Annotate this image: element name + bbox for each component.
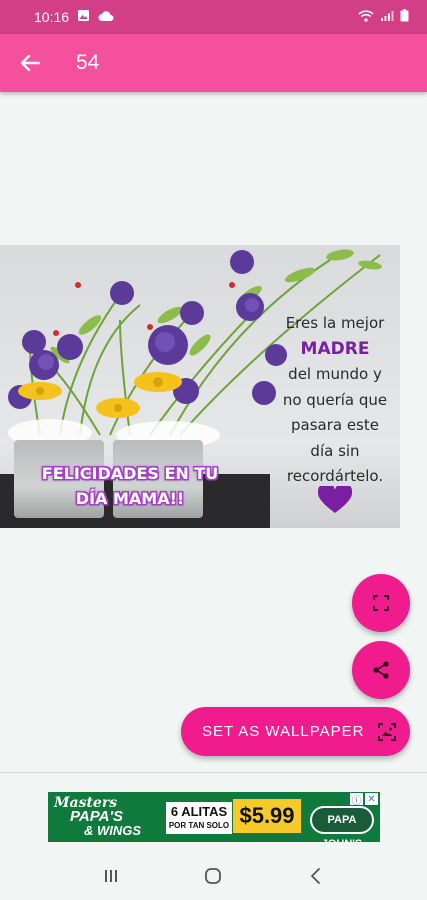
fullscreen-button[interactable] (352, 574, 410, 632)
wifi-icon (358, 9, 374, 25)
fullscreen-icon (373, 595, 389, 611)
ad-badge[interactable]: ⓘ ✕ (350, 793, 378, 807)
recent-apps-button[interactable] (91, 856, 131, 896)
divider (0, 772, 427, 773)
system-nav-bar (0, 852, 427, 900)
app-bar: 54 (0, 34, 427, 92)
back-chevron-icon (310, 868, 320, 884)
image-message: Eres la mejor MADRE del mundo y no querí… (262, 311, 408, 490)
cloud-notification-icon (98, 9, 114, 25)
page-title: 54 (76, 51, 100, 74)
status-time: 10:16 (34, 9, 70, 25)
ad-info-icon[interactable]: ⓘ (350, 793, 363, 807)
greeting-line: DÍA MAMA!! (75, 489, 185, 508)
share-icon (373, 661, 389, 679)
message-line: Eres la mejor (285, 314, 385, 332)
ad-banner[interactable]: Masters PAPA'S & WINGS 6 ALITAS POR TAN … (48, 792, 380, 842)
ad-por-tan-solo-text: POR TAN SOLO (168, 821, 230, 830)
home-icon (205, 868, 222, 884)
ad-alitas-text: 6 ALITAS (170, 804, 228, 819)
message-line: MADRE (300, 338, 370, 359)
status-bar: 10:16 (0, 0, 427, 34)
greeting-line: FELICIDADES EN TU (41, 464, 219, 483)
back-nav-button[interactable] (296, 856, 336, 896)
message-line: no quería que (282, 390, 388, 409)
ad-brand-logo: PAPA JOHN'S (310, 806, 374, 842)
ad-close-icon[interactable]: ✕ (365, 793, 378, 805)
signal-icon (380, 9, 394, 25)
ad-wings-text: & WINGS (84, 823, 142, 838)
share-button[interactable] (352, 641, 410, 699)
greeting-text: FELICIDADES EN TU DÍA MAMA!! (30, 461, 230, 511)
wallpaper-icon (378, 722, 396, 741)
ad-papas-text: PAPA'S (70, 808, 124, 825)
back-button[interactable] (0, 34, 60, 92)
set-wallpaper-button[interactable]: SET AS WALLPAPER (181, 707, 410, 756)
back-arrow-icon (20, 54, 40, 72)
message-line: pasara este (290, 416, 379, 434)
home-button[interactable] (193, 856, 233, 896)
ad-headline: Masters PAPA'S & WINGS (54, 796, 141, 838)
message-line: día sin (310, 441, 360, 460)
battery-icon (400, 9, 409, 25)
message-line: del mundo y (288, 365, 382, 383)
set-wallpaper-label: SET AS WALLPAPER (202, 723, 365, 740)
heart-icon (318, 486, 352, 513)
ad-offer: 6 ALITAS POR TAN SOLO (166, 802, 232, 834)
recent-apps-icon (105, 870, 118, 882)
gallery-notification-icon (77, 9, 90, 25)
ad-price: $5.99 (233, 799, 301, 833)
